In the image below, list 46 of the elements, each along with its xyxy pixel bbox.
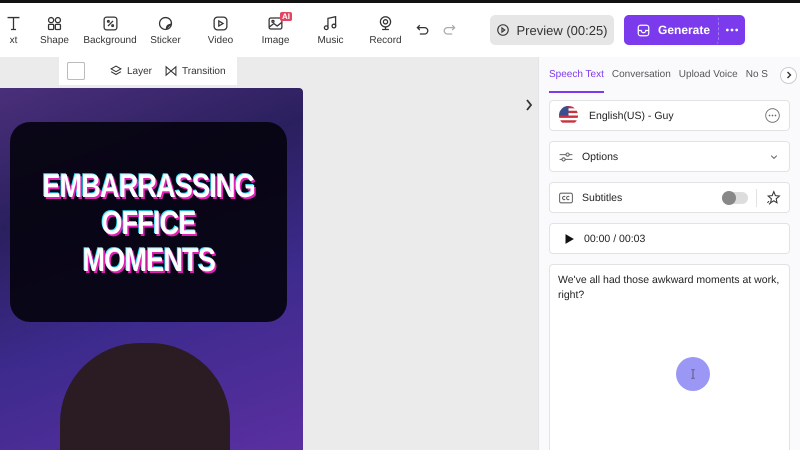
sparkle-star-icon[interactable] — [765, 190, 781, 206]
options-dropdown[interactable]: Options — [549, 141, 790, 172]
more-options-icon[interactable] — [764, 107, 781, 124]
title-text: EMBARRASSING — [42, 166, 255, 204]
video-icon — [212, 14, 229, 32]
subtitles-toggle[interactable] — [722, 192, 748, 204]
bowtie-icon — [164, 64, 178, 78]
webcam-icon — [377, 14, 394, 32]
panel-tab[interactable]: No S — [746, 57, 768, 93]
toolbar-tool[interactable]: Background — [82, 14, 138, 46]
panel-tab[interactable]: Conversation — [612, 57, 671, 93]
cc-icon — [558, 190, 574, 206]
toolbar-tool[interactable]: Shape — [27, 14, 82, 46]
voice-selector[interactable]: English(US) - Guy — [549, 100, 790, 131]
toolbar-tool[interactable]: AI Image — [248, 14, 303, 46]
panel-tab[interactable]: Upload Voice — [678, 57, 738, 93]
toolbar-tool[interactable]: xt — [0, 14, 27, 46]
layers-icon — [109, 64, 123, 78]
panel-tab[interactable]: Speech Text — [549, 57, 604, 93]
image-icon — [267, 14, 284, 32]
background-icon — [102, 14, 118, 32]
script-text: We've all had those awkward moments at work, right? — [558, 273, 780, 303]
sticker-icon — [157, 14, 174, 32]
title-text: MOMENTS — [82, 240, 215, 278]
subtitles-row: Subtitles — [549, 182, 790, 213]
color-swatch[interactable] — [67, 62, 85, 80]
tray-icon — [636, 22, 651, 38]
next-tab-button[interactable] — [780, 66, 797, 84]
title-text: OFFICE — [101, 204, 196, 240]
toolbar-tool[interactable]: Video — [193, 14, 248, 46]
canvas-tool-button[interactable]: Layer — [109, 64, 152, 78]
click-indicator — [676, 357, 710, 391]
generate-button[interactable]: Generate — [624, 15, 720, 45]
script-text-area[interactable]: We've all had those awkward moments at work, right? — [549, 264, 790, 450]
more-icon — [725, 28, 740, 32]
shapes-icon — [46, 14, 63, 32]
toolbar-tool[interactable]: Music — [303, 14, 358, 46]
text-icon — [5, 14, 22, 32]
canvas-tool-button[interactable]: Transition — [164, 64, 226, 78]
preview-button[interactable]: Preview (00:25) — [490, 15, 614, 45]
toolbar-tool[interactable]: Record — [358, 14, 413, 46]
toolbar-tool[interactable]: Sticker — [138, 14, 193, 46]
play-circle-icon — [496, 23, 510, 37]
music-icon — [322, 14, 339, 32]
audio-player: 00:00 / 00:03 — [549, 223, 790, 254]
ai-badge: AI — [280, 12, 292, 20]
